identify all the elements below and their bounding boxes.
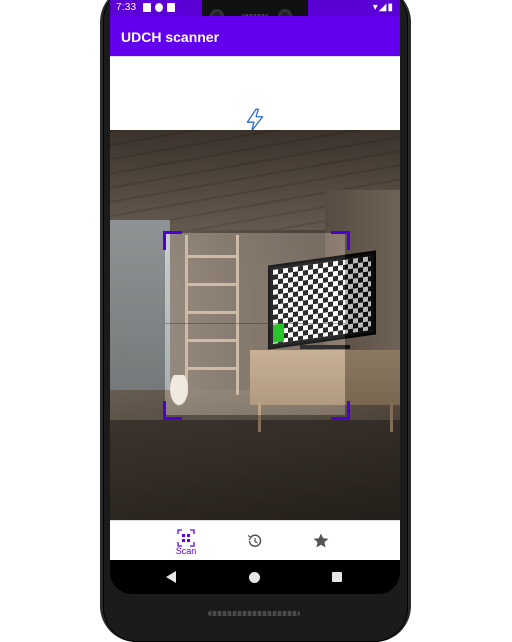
scanner-toolbar [110, 56, 400, 132]
notification-a-icon [143, 3, 151, 12]
history-icon [247, 534, 262, 547]
frame-corner-top-right [331, 231, 350, 250]
screen: 7:33 ▾◢▮ UDCH scanner Scan [110, 0, 400, 594]
system-navigation-bar [110, 560, 400, 594]
star-icon [313, 533, 329, 548]
status-time: 7:33 [116, 2, 137, 13]
frame-corner-bottom-left [163, 401, 182, 420]
qr-scan-icon [177, 529, 195, 547]
battery-icon: ▮ [387, 2, 394, 13]
recents-icon[interactable] [332, 572, 342, 582]
bottom-navigation: Scan [110, 520, 400, 561]
back-icon[interactable] [166, 571, 176, 583]
nav-item-history[interactable] [225, 521, 285, 561]
status-right-icons: ▾◢▮ [373, 2, 394, 13]
frame-corner-bottom-right [331, 401, 350, 420]
frame-corner-top-left [163, 231, 182, 250]
home-icon[interactable] [249, 572, 260, 583]
scan-frame [165, 233, 345, 415]
bottom-speaker-grille [208, 611, 300, 616]
nav-item-favorites[interactable] [291, 521, 351, 561]
camera-preview[interactable] [110, 130, 400, 520]
notification-p-icon [155, 3, 163, 12]
nav-item-scan-label: Scan [175, 546, 197, 556]
app-title: UDCH scanner [121, 29, 220, 45]
app-bar: UDCH scanner [110, 16, 400, 56]
nav-item-scan[interactable]: Scan [156, 521, 216, 561]
sim-card-icon [167, 3, 175, 12]
scan-laser-line [165, 323, 345, 324]
